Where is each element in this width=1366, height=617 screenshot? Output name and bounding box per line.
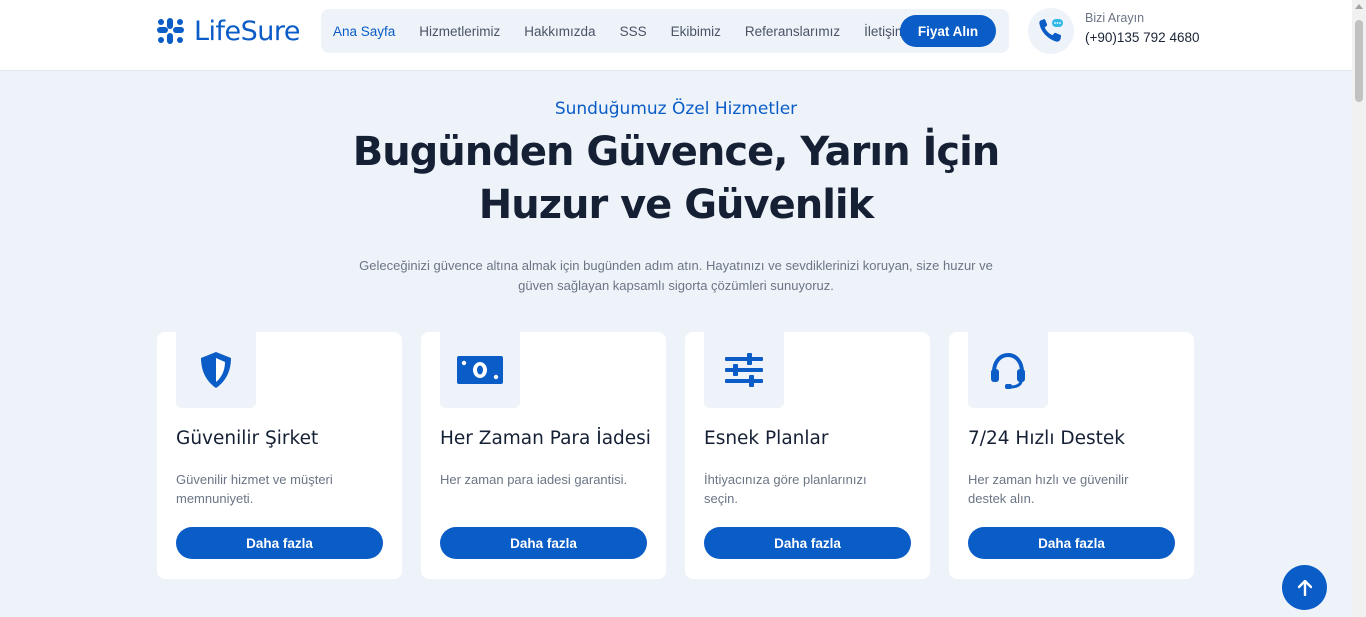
service-card-esnek-planlar: Esnek Planlar İhtiyacınıza göre planları… bbox=[685, 332, 930, 579]
service-card-guvenilir-sirket: Güvenilir Şirket Güvenilir hizmet ve müş… bbox=[157, 332, 402, 579]
scroll-thumb[interactable] bbox=[1355, 20, 1363, 102]
section-title: Bugünden Güvence, Yarın İçin Huzur ve Gü… bbox=[276, 126, 1076, 232]
card-text: Her zaman hızlı ve güvenilir destek alın… bbox=[968, 472, 1129, 506]
card-title: 7/24 Hızlı Destek bbox=[968, 428, 1125, 449]
money-bill-icon bbox=[457, 356, 503, 384]
more-button[interactable]: Daha fazla bbox=[704, 527, 911, 559]
card-icon-box bbox=[176, 332, 256, 408]
section-description: Geleceğinizi güvence altına almak için b… bbox=[359, 258, 993, 293]
page-scrollbar[interactable] bbox=[1352, 0, 1366, 617]
service-card-para-iadesi: Her Zaman Para İadesi Her zaman para iad… bbox=[421, 332, 666, 579]
nav-item-hizmetlerimiz[interactable]: Hizmetlerimiz bbox=[419, 24, 500, 39]
nav-item-sss[interactable]: SSS bbox=[620, 24, 647, 39]
logo-text: LifeSure bbox=[194, 15, 301, 47]
call-button[interactable] bbox=[1028, 8, 1074, 54]
main-nav: Ana Sayfa Hizmetlerimiz Hakkımızda SSS E… bbox=[321, 9, 1009, 53]
site-header: LifeSure Ana Sayfa Hizmetlerimiz Hakkımı… bbox=[0, 0, 1352, 71]
section-title-line-1: Bugünden Güvence, Yarın İçin bbox=[352, 129, 1001, 175]
phone-number[interactable]: (+90)135 792 4680 bbox=[1085, 30, 1199, 45]
back-to-top-button[interactable] bbox=[1282, 565, 1327, 610]
call-label: Bizi Arayın bbox=[1085, 11, 1145, 25]
card-icon-box bbox=[968, 332, 1048, 408]
card-icon-box bbox=[704, 332, 784, 408]
scroll-up-arrow-icon[interactable] bbox=[1355, 4, 1363, 9]
nav-item-referanslarimiz[interactable]: Referanslarımız bbox=[745, 24, 840, 39]
card-title: Esnek Planlar bbox=[704, 428, 829, 449]
phone-chat-icon bbox=[1039, 19, 1063, 42]
sliders-icon bbox=[725, 353, 763, 387]
card-text: Her zaman para iadesi garantisi. bbox=[440, 472, 628, 487]
card-icon-box bbox=[440, 332, 520, 408]
more-button[interactable]: Daha fazla bbox=[440, 527, 647, 559]
more-button[interactable]: Daha fazla bbox=[968, 527, 1175, 559]
more-button[interactable]: Daha fazla bbox=[176, 527, 383, 559]
card-text: Güvenilir hizmet ve müşteri memnuniyeti. bbox=[176, 472, 333, 506]
logo[interactable]: LifeSure bbox=[156, 14, 301, 48]
get-quote-button[interactable]: Fiyat Alın bbox=[900, 15, 996, 47]
section-eyebrow: Sunduğumuz Özel Hizmetler bbox=[554, 99, 798, 119]
card-title: Güvenilir Şirket bbox=[176, 428, 319, 449]
shield-icon bbox=[201, 352, 231, 388]
headset-icon bbox=[991, 352, 1025, 389]
section-title-line-2: Huzur ve Güvenlik bbox=[478, 182, 875, 228]
nav-item-ekibimiz[interactable]: Ekibimiz bbox=[671, 24, 721, 39]
logo-mark-icon bbox=[157, 18, 184, 44]
nav-item-ana-sayfa[interactable]: Ana Sayfa bbox=[333, 24, 395, 39]
card-text: İhtiyacınıza göre planlarınızı seçin. bbox=[704, 472, 867, 506]
nav-item-hakkimizda[interactable]: Hakkımızda bbox=[524, 24, 595, 39]
service-card-hizli-destek: 7/24 Hızlı Destek Her zaman hızlı ve güv… bbox=[949, 332, 1194, 579]
card-title: Her Zaman Para İadesi bbox=[440, 428, 651, 449]
arrow-up-icon bbox=[1297, 579, 1312, 596]
